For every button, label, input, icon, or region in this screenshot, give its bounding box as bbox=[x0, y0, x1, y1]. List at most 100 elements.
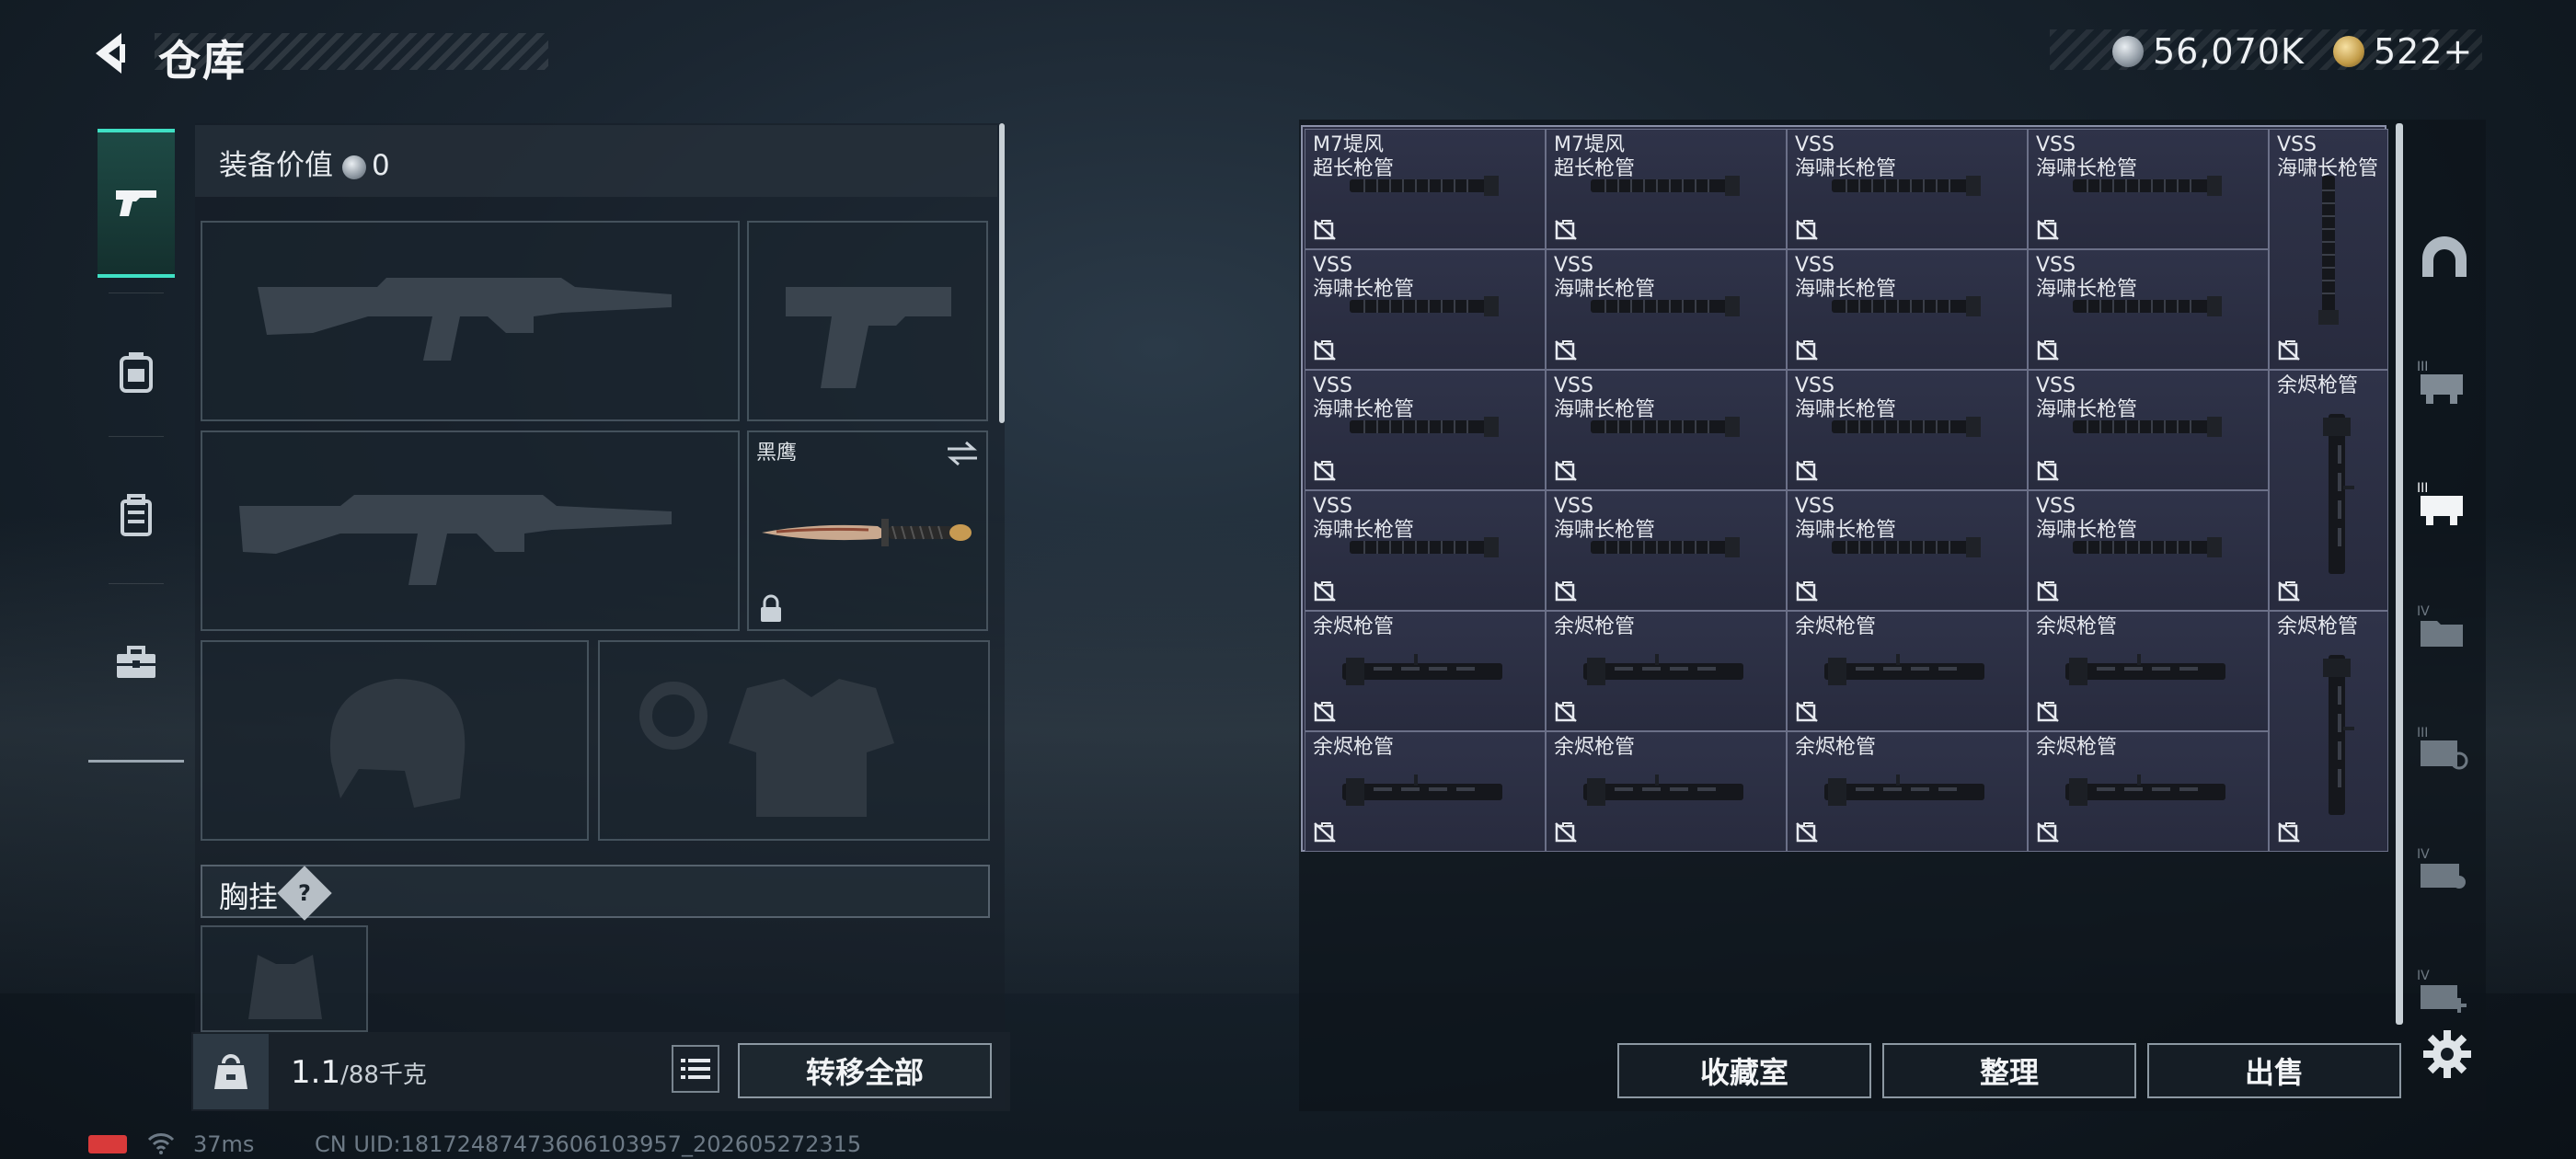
no-trade-icon bbox=[2037, 581, 2059, 602]
tab-backpack[interactable] bbox=[98, 445, 175, 587]
barrel-part-icon bbox=[1350, 296, 1499, 316]
barrel-part-icon bbox=[1591, 176, 1740, 196]
storage-item-name: 余烬枪管 bbox=[1795, 615, 1877, 638]
storage-category-rail: III III IV III IV IV bbox=[2405, 123, 2484, 1043]
tab-helmet-storage[interactable] bbox=[2405, 202, 2484, 315]
ammo-rack-iii-active-icon: III bbox=[2417, 481, 2463, 525]
handguard-part-icon bbox=[1824, 654, 1984, 685]
ammo-rack-iii-icon: III bbox=[2417, 360, 2463, 404]
handguard-part-icon bbox=[1342, 654, 1502, 685]
list-view-button[interactable] bbox=[672, 1045, 719, 1093]
storage-item[interactable]: 余烬枪管 bbox=[1305, 731, 1546, 852]
no-trade-icon bbox=[1555, 340, 1577, 361]
storage-item[interactable]: 余烬枪管 bbox=[2269, 611, 2388, 852]
storage-item[interactable]: VSS 海啸长枪管 bbox=[1546, 490, 1787, 611]
secondary-weapon-slot[interactable] bbox=[201, 430, 740, 631]
storage-item[interactable]: 余烬枪管 bbox=[1546, 731, 1787, 852]
svg-text:IV: IV bbox=[2417, 604, 2430, 619]
storage-item[interactable]: VSS 海啸长枪管 bbox=[1305, 370, 1546, 490]
melee-slot[interactable]: 黑鹰 bbox=[747, 430, 988, 631]
add-iv-icon: IV bbox=[2417, 969, 2467, 1013]
no-trade-icon bbox=[1314, 461, 1336, 481]
rifle-silhouette-icon bbox=[258, 278, 672, 361]
help-icon: ? bbox=[298, 879, 311, 906]
chest-rig-slot[interactable] bbox=[201, 925, 368, 1032]
storage-item[interactable]: VSS 海啸长枪管 bbox=[2028, 370, 2269, 490]
collection-room-button[interactable]: 收藏室 bbox=[1617, 1043, 1871, 1098]
storage-item[interactable]: VSS 海啸长枪管 bbox=[2269, 129, 2388, 370]
storage-item[interactable]: VSS 海啸长枪管 bbox=[2028, 129, 2269, 249]
storage-item[interactable]: VSS 海啸长枪管 bbox=[2028, 249, 2269, 370]
storage-item[interactable]: 余烬枪管 bbox=[1546, 611, 1787, 731]
armor-slot[interactable] bbox=[598, 640, 990, 841]
folder-iv-icon: IV bbox=[2417, 604, 2463, 647]
rail-bottom-line bbox=[88, 760, 184, 763]
barrel-part-icon bbox=[1591, 296, 1740, 316]
silver-currency: 56,070K bbox=[2112, 31, 2305, 72]
tab-storage-iv-a[interactable]: IV bbox=[2405, 570, 2484, 683]
equipment-value-label: 装备价值 bbox=[219, 149, 333, 182]
no-trade-icon bbox=[1555, 581, 1577, 602]
sell-button[interactable]: 出售 bbox=[2147, 1043, 2401, 1098]
no-trade-icon bbox=[2037, 822, 2059, 843]
primary-weapon-slot[interactable] bbox=[201, 221, 740, 421]
swap-icon[interactable] bbox=[944, 440, 981, 467]
tab-toolbox[interactable] bbox=[98, 592, 175, 734]
storage-item-name: 余烬枪管 bbox=[2036, 736, 2118, 759]
storage-item[interactable]: VSS 海啸长枪管 bbox=[1787, 129, 2028, 249]
rail-divider bbox=[109, 583, 164, 584]
back-arrow-icon[interactable] bbox=[85, 28, 140, 79]
no-trade-icon bbox=[1555, 822, 1577, 843]
storage-item[interactable]: 余烬枪管 bbox=[2028, 731, 2269, 852]
storage-item[interactable]: VSS 海啸长枪管 bbox=[1787, 490, 2028, 611]
handguard-part-icon bbox=[1583, 775, 1743, 806]
storage-item-name: 余烬枪管 bbox=[2036, 615, 2118, 638]
barrel-part-icon bbox=[2073, 176, 2222, 196]
storage-item[interactable]: VSS 海啸长枪管 bbox=[1305, 249, 1546, 370]
chest-rig-silhouette-icon bbox=[248, 955, 322, 1019]
storage-item[interactable]: VSS 海啸长枪管 bbox=[1546, 249, 1787, 370]
equipment-scrollbar[interactable] bbox=[999, 123, 1005, 423]
storage-item[interactable]: VSS 海啸长枪管 bbox=[1305, 490, 1546, 611]
storage-scrollbar[interactable] bbox=[2396, 123, 2403, 1025]
tab-storage-iv-b[interactable]: IV bbox=[2405, 813, 2484, 925]
storage-item[interactable]: VSS 海啸长枪管 bbox=[1787, 249, 2028, 370]
storage-item-name: 余烬枪管 bbox=[1313, 736, 1395, 759]
helmet-icon bbox=[2422, 236, 2467, 277]
sort-button[interactable]: 整理 bbox=[1882, 1043, 2136, 1098]
storage-item-name: 余烬枪管 bbox=[1313, 615, 1395, 638]
no-trade-icon bbox=[2278, 581, 2300, 602]
storage-item[interactable]: M7堤风 超长枪管 bbox=[1546, 129, 1787, 249]
storage-item[interactable]: M7堤风 超长枪管 bbox=[1305, 129, 1546, 249]
storage-item[interactable]: VSS 海啸长枪管 bbox=[1787, 370, 2028, 490]
storage-item[interactable]: VSS 海啸长枪管 bbox=[2028, 490, 2269, 611]
tab-weapons[interactable] bbox=[98, 129, 175, 278]
sidearm-slot[interactable] bbox=[747, 221, 988, 421]
storage-item[interactable]: 余烬枪管 bbox=[1787, 611, 2028, 731]
gear-icon[interactable] bbox=[2420, 1027, 2475, 1082]
storage-item[interactable]: VSS 海啸长枪管 bbox=[1546, 370, 1787, 490]
tab-storage-iii-b[interactable]: III bbox=[2405, 447, 2484, 559]
helmet-slot[interactable] bbox=[201, 640, 589, 841]
svg-text:IV: IV bbox=[2417, 847, 2430, 862]
handguard-part-icon bbox=[2323, 414, 2354, 574]
barrel-part-icon bbox=[1832, 417, 1981, 437]
storage-item[interactable]: 余烬枪管 bbox=[2028, 611, 2269, 731]
storage-item[interactable]: 余烬枪管 bbox=[2269, 370, 2388, 611]
no-trade-icon bbox=[2278, 822, 2300, 843]
no-trade-icon bbox=[2278, 340, 2300, 361]
gold-currency[interactable]: 522+ bbox=[2333, 31, 2473, 72]
barrel-part-icon bbox=[1591, 537, 1740, 557]
uid-readout: CN UID:181724874736061​03957_20260527231… bbox=[315, 1131, 862, 1157]
no-trade-icon bbox=[2037, 220, 2059, 240]
silver-amount: 56,070K bbox=[2153, 31, 2305, 72]
tab-storage-iii-a[interactable]: III bbox=[2405, 326, 2484, 438]
storage-item[interactable]: 余烬枪管 bbox=[1305, 611, 1546, 731]
svg-text:III: III bbox=[2417, 726, 2428, 740]
tab-storage-iii-c[interactable]: III bbox=[2405, 692, 2484, 804]
handguard-part-icon bbox=[2065, 654, 2225, 685]
storage-item[interactable]: 余烬枪管 bbox=[1787, 731, 2028, 852]
transfer-all-button[interactable]: 转移全部 bbox=[738, 1043, 992, 1098]
no-trade-icon bbox=[1314, 220, 1336, 240]
tab-armor[interactable] bbox=[98, 302, 175, 443]
